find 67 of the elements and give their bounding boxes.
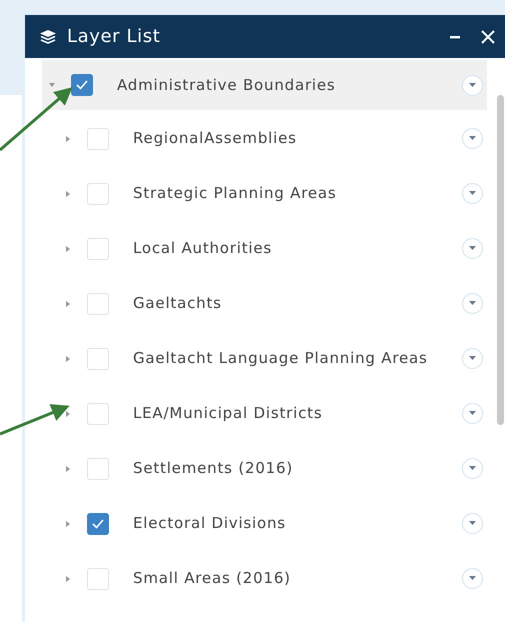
layer-name: RegionalAssemblies [133, 128, 298, 150]
caret-right-icon[interactable] [64, 520, 72, 528]
options-button[interactable] [462, 458, 483, 479]
layer-name: LEA/Municipal Districts [133, 403, 324, 424]
caret-down-icon [469, 136, 476, 141]
caret-down-icon [469, 411, 476, 416]
layer-row[interactable]: Small Areas (2016) [42, 551, 487, 606]
layer-row[interactable]: Local Authorities [42, 221, 487, 276]
layer-row[interactable]: RegionalAssemblies [42, 111, 487, 166]
scrollbar[interactable] [497, 95, 504, 425]
layer-name: Administrative Boundaries [117, 74, 337, 96]
checkbox[interactable] [87, 128, 109, 150]
caret-down-icon [469, 356, 476, 361]
check-icon [91, 518, 105, 530]
caret-down-icon [469, 521, 476, 526]
checkbox[interactable] [87, 568, 109, 590]
options-button[interactable] [462, 128, 483, 149]
layer-group-row[interactable]: Administrative Boundaries [42, 60, 487, 110]
caret-down-icon [469, 466, 476, 471]
options-button[interactable] [462, 293, 483, 314]
layer-name: Strategic Planning Areas [133, 183, 338, 204]
caret-right-icon[interactable] [64, 574, 72, 582]
caret-down-icon [469, 246, 476, 251]
caret-right-icon[interactable] [64, 190, 72, 198]
caret-down-icon [469, 191, 476, 196]
caret-down-icon [469, 82, 476, 88]
checkbox[interactable] [71, 74, 93, 96]
checkbox[interactable] [87, 182, 109, 204]
panel-title: Layer List [67, 25, 162, 49]
options-button[interactable] [462, 403, 483, 424]
caret-right-icon[interactable] [64, 244, 72, 252]
layers-icon [39, 28, 57, 44]
options-button[interactable] [462, 74, 483, 96]
layer-name: Local Authorities [133, 238, 274, 260]
layer-name: Electoral Divisions [133, 513, 287, 534]
checkbox[interactable] [87, 348, 109, 370]
caret-right-icon[interactable] [64, 354, 72, 362]
check-icon [75, 79, 89, 91]
layer-row[interactable]: LEA/Municipal Districts [42, 386, 487, 441]
caret-down-icon [469, 576, 476, 581]
layer-name: Settlements (2016) [133, 458, 294, 480]
checkbox[interactable] [87, 292, 109, 314]
caret-right-icon[interactable] [64, 410, 72, 418]
layer-name: Gaeltacht Language Planning Areas [133, 348, 429, 370]
caret-right-icon[interactable] [64, 300, 72, 308]
options-button[interactable] [462, 513, 483, 534]
options-button[interactable] [462, 183, 483, 204]
caret-down-icon [469, 301, 476, 306]
checkbox[interactable] [87, 458, 109, 480]
caret-right-icon[interactable] [64, 134, 72, 142]
layer-row[interactable]: Settlements (2016) [42, 441, 487, 496]
annotation-arrow [0, 404, 70, 436]
checkbox[interactable] [87, 238, 109, 260]
checkbox[interactable] [87, 512, 109, 534]
options-button[interactable] [462, 568, 483, 589]
layer-row[interactable]: Strategic Planning Areas [42, 166, 487, 221]
layer-name: Gaeltachts [133, 293, 223, 314]
checkbox[interactable] [87, 402, 109, 424]
layer-name: Small Areas (2016) [133, 568, 292, 590]
layer-row[interactable]: Electoral Divisions [42, 496, 487, 551]
layer-row[interactable]: Gaeltacht Language Planning Areas [42, 331, 487, 386]
close-icon[interactable] [481, 30, 495, 44]
options-button[interactable] [462, 348, 483, 369]
options-button[interactable] [462, 238, 483, 259]
caret-right-icon[interactable] [64, 464, 72, 472]
caret-down-icon[interactable] [48, 81, 56, 89]
layer-row[interactable]: Gaeltachts [42, 276, 487, 331]
